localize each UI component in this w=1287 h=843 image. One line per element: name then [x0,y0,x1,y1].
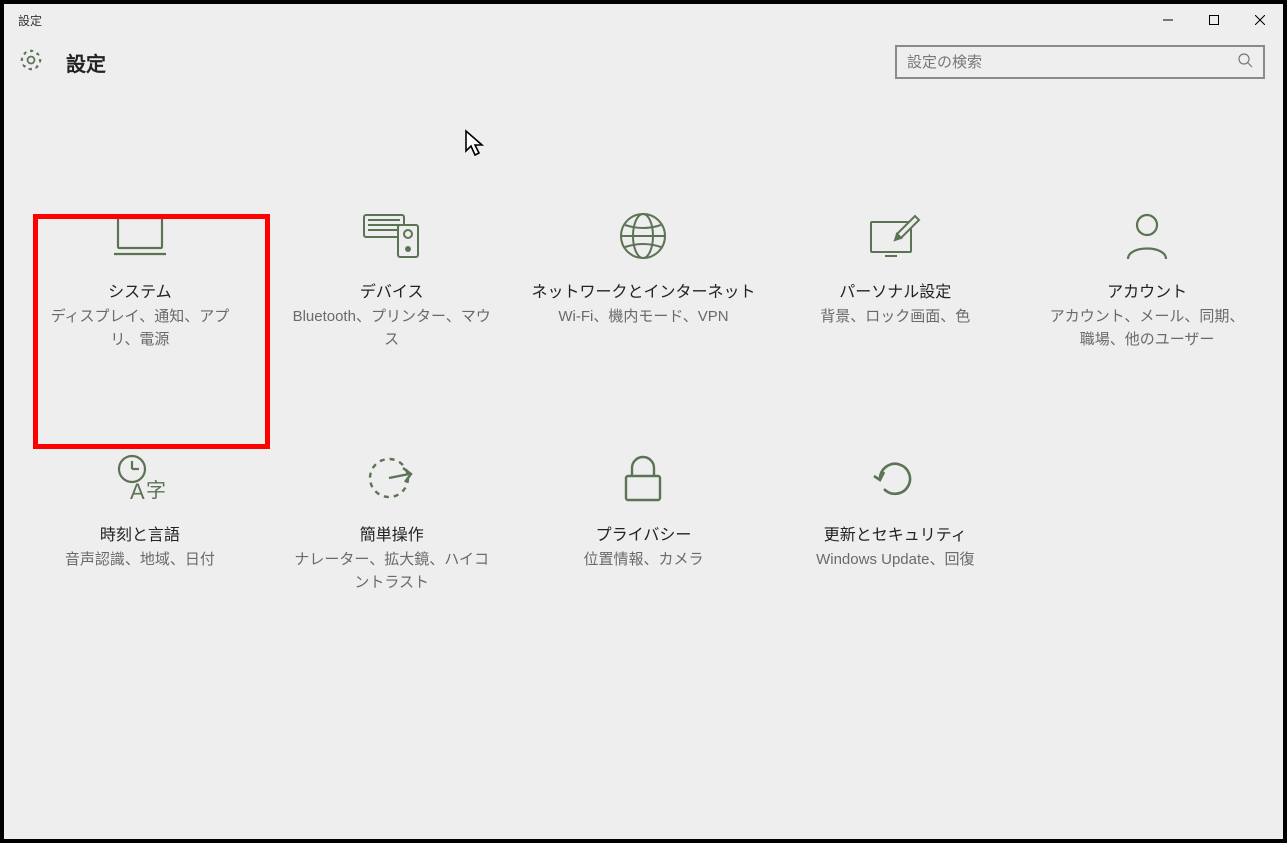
tile-title: 簡単操作 [360,521,424,545]
tile-title: ネットワークとインターネット [531,278,755,302]
system-icon [112,208,168,264]
content: システム ディスプレイ、通知、アプリ、電源 デバイス Bluetooth、プリン… [4,88,1283,839]
tile-title: システム [108,278,172,302]
tile-accounts[interactable]: アカウント アカウント、メール、同期、職場、他のユーザー [1021,198,1273,361]
minimize-icon [1163,15,1173,25]
tile-desc: ディスプレイ、通知、アプリ、電源 [40,306,240,351]
person-icon [1124,208,1170,264]
close-button[interactable] [1237,4,1283,36]
devices-icon [360,208,424,264]
tile-title: パーソナル設定 [839,278,951,302]
tile-update[interactable]: 更新とセキュリティ Windows Update、回復 [769,441,1021,604]
tile-title: デバイス [360,278,424,302]
settings-window: 設定 設定 [4,4,1283,839]
tile-title: プライバシー [596,521,692,545]
maximize-button[interactable] [1191,4,1237,36]
page-title: 設定 [66,48,106,77]
tile-desc: ナレーター、拡大鏡、ハイコントラスト [292,549,492,594]
tile-desc: 位置情報、カメラ [583,549,703,572]
maximize-icon [1209,15,1219,25]
tile-timelang[interactable]: A 字 時刻と言語 音声認識、地域、日付 [14,441,266,604]
header: 設定 [4,36,1283,88]
tile-system[interactable]: システム ディスプレイ、通知、アプリ、電源 [14,198,266,361]
window-title: 設定 [18,12,42,29]
time-language-icon: A 字 [112,451,168,507]
tile-desc: 背景、ロック画面、色 [820,306,970,329]
lock-icon [622,451,664,507]
search-box[interactable] [895,45,1265,79]
update-icon [870,451,920,507]
search-icon [1237,52,1253,73]
close-icon [1255,15,1265,25]
ease-of-access-icon [365,451,419,507]
svg-text:字: 字 [146,479,166,502]
tiles-grid: システム ディスプレイ、通知、アプリ、電源 デバイス Bluetooth、プリン… [14,198,1273,604]
tile-title: 更新とセキュリティ [824,521,967,545]
tile-desc: Wi-Fi、機内モード、VPN [558,306,728,329]
tile-personalize[interactable]: パーソナル設定 背景、ロック画面、色 [769,198,1021,361]
tile-desc: Bluetooth、プリンター、マウス [292,306,492,351]
tile-desc: 音声認識、地域、日付 [65,549,215,572]
gear-icon [18,47,44,78]
header-left: 設定 [18,47,106,78]
tile-network[interactable]: ネットワークとインターネット Wi-Fi、機内モード、VPN [518,198,770,361]
tile-title: アカウント [1107,278,1187,302]
tile-ease[interactable]: 簡単操作 ナレーター、拡大鏡、ハイコントラスト [266,441,518,604]
titlebar: 設定 [4,4,1283,36]
tile-desc: アカウント、メール、同期、職場、他のユーザー [1047,306,1247,351]
personalize-icon [867,208,923,264]
minimize-button[interactable] [1145,4,1191,36]
tile-privacy[interactable]: プライバシー 位置情報、カメラ [518,441,770,604]
tile-devices[interactable]: デバイス Bluetooth、プリンター、マウス [266,198,518,361]
svg-text:A: A [130,479,145,504]
tile-desc: Windows Update、回復 [816,549,974,572]
tile-title: 時刻と言語 [100,521,180,545]
window-controls [1145,4,1283,36]
search-input[interactable] [907,54,1237,71]
globe-icon [618,208,668,264]
